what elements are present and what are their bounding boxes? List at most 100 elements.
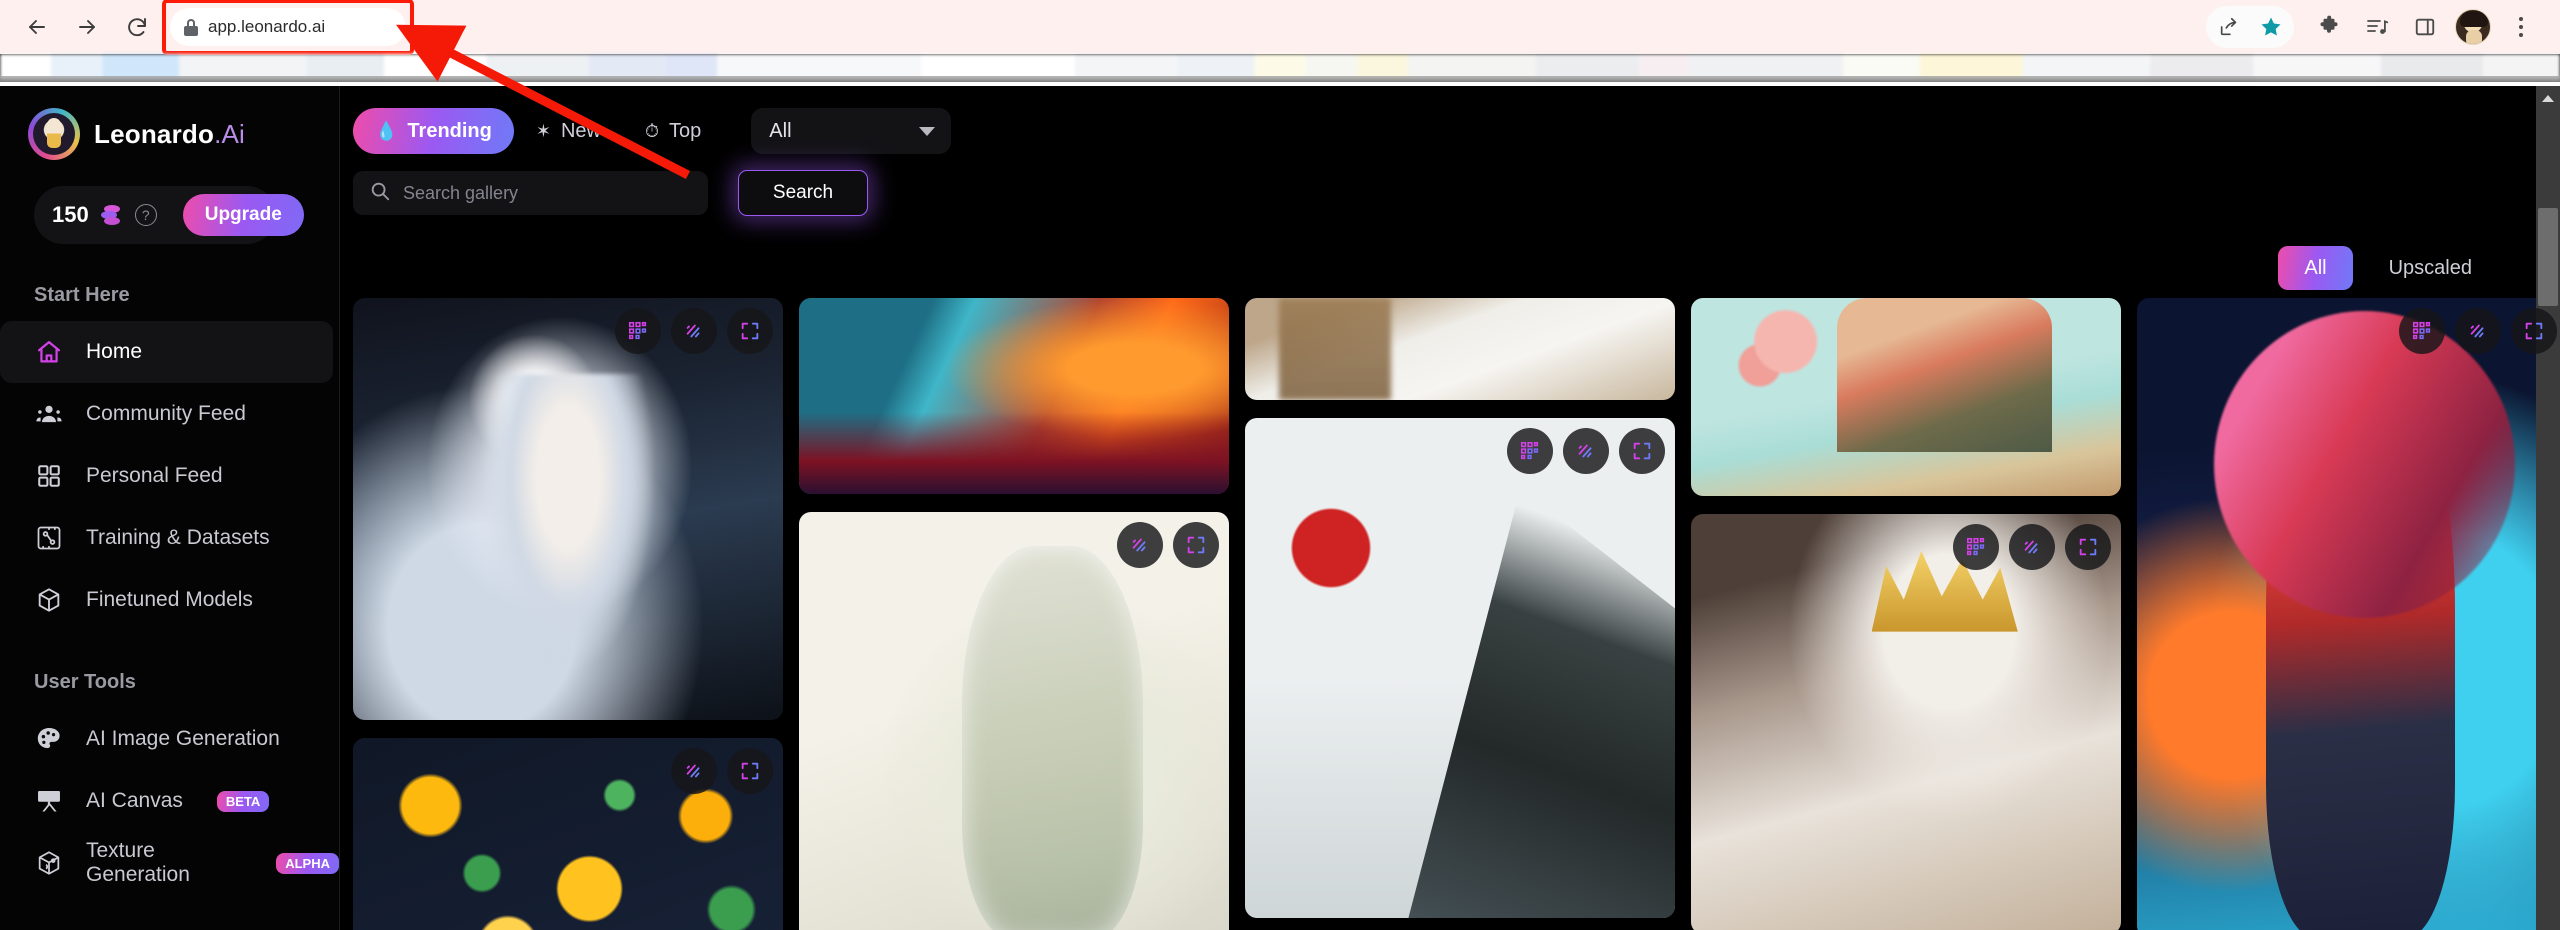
unzoom-sparkle-icon[interactable] xyxy=(1117,522,1163,568)
leonardo-logo-icon xyxy=(28,108,80,160)
gallery-card-image xyxy=(1245,418,1675,918)
address-bar-url: app.leonardo.ai xyxy=(208,17,326,36)
view-toggle-all[interactable]: All xyxy=(2278,246,2353,290)
fullscreen-expand-icon[interactable] xyxy=(727,308,773,354)
gallery-card-white-shirt-hair[interactable] xyxy=(1245,298,1675,400)
reload-icon[interactable] xyxy=(114,4,160,50)
remix-icon[interactable] xyxy=(615,308,661,354)
remix-icon[interactable] xyxy=(1507,428,1553,474)
remix-icon[interactable] xyxy=(1953,524,1999,570)
filter-tab-top[interactable]: ⏱ Top xyxy=(623,108,723,154)
unzoom-sparkle-icon[interactable] xyxy=(671,748,717,794)
sidebar-item-label: Finetuned Models xyxy=(86,588,253,611)
remix-icon[interactable] xyxy=(2399,308,2445,354)
search-icon xyxy=(369,180,391,207)
gallery-card-eva-pilot-redhair[interactable] xyxy=(2137,298,2560,930)
gallery-column xyxy=(1245,298,1675,930)
bookmark-star-icon[interactable] xyxy=(2250,6,2292,48)
gallery-card-ink-wash-mountain[interactable] xyxy=(1245,418,1675,918)
gallery-masonry xyxy=(353,298,2560,930)
filter-tab-new[interactable]: ✶ New xyxy=(514,108,623,154)
gallery-card-image xyxy=(353,298,783,720)
sidebar-item-home[interactable]: Home xyxy=(0,321,333,383)
filter-tab-trending[interactable]: 💧 Trending xyxy=(353,108,514,154)
sidebar-item-community-feed[interactable]: Community Feed xyxy=(0,383,339,445)
badge-alpha: ALPHA xyxy=(276,852,339,874)
easel-icon xyxy=(34,786,64,816)
lock-icon xyxy=(184,18,198,36)
profile-avatar[interactable] xyxy=(2452,6,2494,48)
scroll-up-arrow-icon[interactable] xyxy=(2542,95,2554,102)
search-box[interactable] xyxy=(353,171,708,215)
brand[interactable]: Leonardo.Ai xyxy=(0,86,339,160)
main-content: 💧 Trending ✶ New ⏱ Top All Search galler… xyxy=(341,86,2560,930)
leonardo-app: Leonardo.Ai 150 ? Upgrade Start Here Hom… xyxy=(0,86,2560,930)
avatar xyxy=(2455,9,2491,45)
gallery-card-citrus-pattern[interactable] xyxy=(353,738,783,930)
help-circle-icon[interactable]: ? xyxy=(134,204,157,226)
category-select-value: All xyxy=(769,119,792,142)
search-button[interactable]: Search xyxy=(738,170,868,216)
sidebar-panel-icon[interactable] xyxy=(2404,6,2446,48)
category-select[interactable]: All xyxy=(751,108,952,154)
grid-icon xyxy=(34,461,64,491)
gallery-card-actions xyxy=(1507,428,1665,474)
address-bar[interactable]: app.leonardo.ai xyxy=(170,8,406,46)
view-toggle-upscaled[interactable]: Upscaled xyxy=(2363,246,2498,290)
scrollbar-thumb[interactable] xyxy=(2538,208,2558,306)
fullscreen-expand-icon[interactable] xyxy=(2511,308,2557,354)
unzoom-sparkle-icon[interactable] xyxy=(2455,308,2501,354)
texture-cube-icon xyxy=(34,848,64,878)
gallery-card-frost-queen-portrait[interactable] xyxy=(353,298,783,720)
gallery-card-image xyxy=(799,298,1229,494)
training-chip-icon xyxy=(34,523,64,553)
people-icon xyxy=(34,399,64,429)
sidebar-item-finetuned-models[interactable]: Finetuned Models xyxy=(0,569,339,631)
filter-tab-label: Top xyxy=(669,119,702,142)
trophy-icon: ⏱ xyxy=(644,120,660,141)
gallery-column xyxy=(2137,298,2560,930)
sparkle-icon: ✶ xyxy=(535,120,551,141)
coin-stack-icon xyxy=(100,205,123,225)
gallery-card-actions xyxy=(671,748,773,794)
page-scrollbar[interactable] xyxy=(2536,86,2560,930)
search-input[interactable] xyxy=(403,182,692,204)
fullscreen-expand-icon[interactable] xyxy=(1173,522,1219,568)
gallery-card-actions xyxy=(615,308,773,354)
sidebar-item-texture-generation[interactable]: Texture Generation ALPHA xyxy=(0,832,339,894)
unzoom-sparkle-icon[interactable] xyxy=(671,308,717,354)
fullscreen-expand-icon[interactable] xyxy=(1619,428,1665,474)
media-playlist-icon[interactable] xyxy=(2356,6,2398,48)
gallery-card-actions xyxy=(1117,522,1219,568)
home-icon xyxy=(34,337,64,367)
gallery-card-actions xyxy=(2399,308,2557,354)
chrome-menu-icon[interactable] xyxy=(2500,6,2542,48)
gallery-card-gold-crown-goddess[interactable] xyxy=(1691,514,2121,930)
sidebar-item-label: Home xyxy=(86,340,143,363)
sidebar: Leonardo.Ai 150 ? Upgrade Start Here Hom… xyxy=(0,86,340,930)
fullscreen-expand-icon[interactable] xyxy=(2065,524,2111,570)
share-icon[interactable] xyxy=(2208,6,2250,48)
back-arrow-icon[interactable] xyxy=(14,4,60,50)
sidebar-section-title-user-tools: User Tools xyxy=(34,671,136,693)
sidebar-item-training-datasets[interactable]: Training & Datasets xyxy=(0,507,339,569)
forward-arrow-icon[interactable] xyxy=(64,4,110,50)
gallery-card-glass-bottle-flowers[interactable] xyxy=(799,512,1229,930)
sidebar-item-ai-canvas[interactable]: AI Canvas BETA xyxy=(0,770,339,832)
gallery-card-anime-hiker-autumn[interactable] xyxy=(1691,298,2121,496)
sidebar-item-label: Community Feed xyxy=(86,402,246,425)
upgrade-button[interactable]: Upgrade xyxy=(182,194,304,236)
unzoom-sparkle-icon[interactable] xyxy=(2009,524,2055,570)
extensions-puzzle-icon[interactable] xyxy=(2308,6,2350,48)
sidebar-item-label: Training & Datasets xyxy=(86,526,270,549)
fullscreen-expand-icon[interactable] xyxy=(727,748,773,794)
sidebar-item-label: Personal Feed xyxy=(86,464,223,487)
gallery-card-image xyxy=(2137,298,2560,930)
gallery-column xyxy=(353,298,783,930)
gallery-card-bearded-man-firelight[interactable] xyxy=(799,298,1229,494)
gallery-column xyxy=(799,298,1229,930)
sidebar-item-personal-feed[interactable]: Personal Feed xyxy=(0,445,339,507)
sidebar-section-title-start-here: Start Here xyxy=(34,284,130,306)
sidebar-item-ai-image-generation[interactable]: AI Image Generation xyxy=(0,708,339,770)
unzoom-sparkle-icon[interactable] xyxy=(1563,428,1609,474)
